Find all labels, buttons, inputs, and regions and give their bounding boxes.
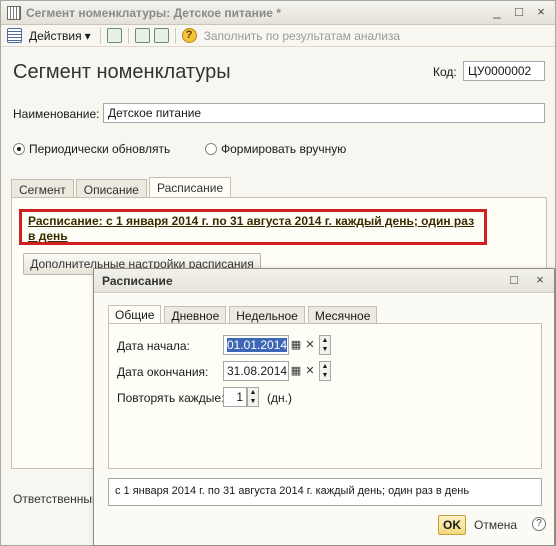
radio-manual[interactable]: Формировать вручную [205,142,346,156]
minimize-button[interactable]: _ [489,5,505,21]
actions-label: Действия [29,28,82,43]
toolbar-separator [99,27,101,44]
save-and-close-icon[interactable] [106,28,122,43]
schedule-dialog: Расписание □ × Общие Дневное Недельное М… [93,268,555,546]
radio-selected-icon [13,143,25,155]
clear-icon[interactable]: ✕ [303,336,317,354]
page-title: Сегмент номенклатуры [13,61,231,83]
title-bar: Сегмент номенклатуры: Детское питание * … [1,1,555,25]
help-icon[interactable]: ? [181,28,197,43]
tab-daily[interactable]: Дневное [164,306,227,324]
refresh-icon[interactable] [134,28,150,43]
end-date-field[interactable]: 31.08.2014 [223,361,289,381]
start-date-value: 01.01.2014 [227,338,288,352]
radio-manual-label: Формировать вручную [221,142,347,156]
maximize-button[interactable]: □ [511,5,527,21]
toolbar-separator [127,27,129,44]
responsible-label: Ответственный [13,492,99,506]
toolbar: Действия ▾ ? Заполнить по результатам ан… [1,25,555,47]
fill-from-analysis-button[interactable]: Заполнить по результатам анализа [201,27,404,45]
help-icon[interactable]: ? [532,517,546,531]
dialog-title: Расписание [102,273,173,288]
dialog-maximize-button[interactable]: □ [506,273,522,289]
radio-periodic-label: Периодически обновлять [29,142,171,156]
cancel-button[interactable]: Отмена [474,518,517,532]
radio-unselected-icon [205,143,217,155]
repeat-days-field[interactable]: 1 [223,387,247,407]
calendar-icon[interactable]: ▦ [289,362,303,380]
clear-icon[interactable]: ✕ [303,362,317,380]
toolbar-separator [174,27,176,44]
tab-schedule[interactable]: Расписание [148,177,232,199]
repeat-unit-label: (дн.) [267,391,292,405]
ok-button[interactable]: OK [438,515,466,535]
dialog-title-bar: Расписание [94,269,554,293]
tab-segment[interactable]: Сегмент [11,179,74,198]
schedule-link[interactable]: Расписание: с 1 января 2014 г. по 31 авг… [28,214,474,243]
tab-general[interactable]: Общие [108,305,162,325]
name-label: Наименование: [13,107,100,121]
close-button[interactable]: × [533,5,549,21]
repeat-days-spinner[interactable]: ▲ ▼ [247,387,259,407]
actions-menu-button[interactable]: Действия ▾ [26,27,94,45]
tab-weekly[interactable]: Недельное [229,306,305,324]
dialog-close-button[interactable]: × [532,273,548,289]
tab-description[interactable]: Описание [75,179,147,198]
chevron-down-icon: ▾ [84,28,91,43]
name-field[interactable]: Детское питание [103,103,545,123]
start-date-field[interactable]: 01.01.2014 [223,335,289,355]
form-icon [7,5,21,20]
schedule-highlight: Расписание: с 1 января 2014 г. по 31 авг… [19,209,487,245]
list-icon [7,28,22,43]
code-field[interactable]: ЦУ0000002 [463,61,545,81]
schedule-summary: с 1 января 2014 г. по 31 августа 2014 г.… [108,478,542,506]
copy-icon[interactable] [153,28,169,43]
calendar-icon[interactable]: ▦ [289,336,303,354]
radio-periodic[interactable]: Периодически обновлять [13,142,170,156]
start-date-label: Дата начала: [117,339,190,353]
repeat-label: Повторять каждые: [117,391,225,405]
main-window: Сегмент номенклатуры: Детское питание * … [0,0,556,546]
end-date-spinner[interactable]: ▲ ▼ [319,361,331,381]
code-label: Код: [433,65,457,79]
tab-monthly[interactable]: Месячное [307,306,378,324]
dialog-tabs: Общие Дневное Недельное Месячное [108,304,380,325]
end-date-label: Дата окончания: [117,365,209,379]
general-tab-panel: Дата начала: 01.01.2014 ▦ ✕ ▲ ▼ Дата окон… [108,323,542,469]
window-title: Сегмент номенклатуры: Детское питание * [26,5,281,20]
start-date-spinner[interactable]: ▲ ▼ [319,335,331,355]
form-tabs: Сегмент Описание Расписание [11,176,233,199]
